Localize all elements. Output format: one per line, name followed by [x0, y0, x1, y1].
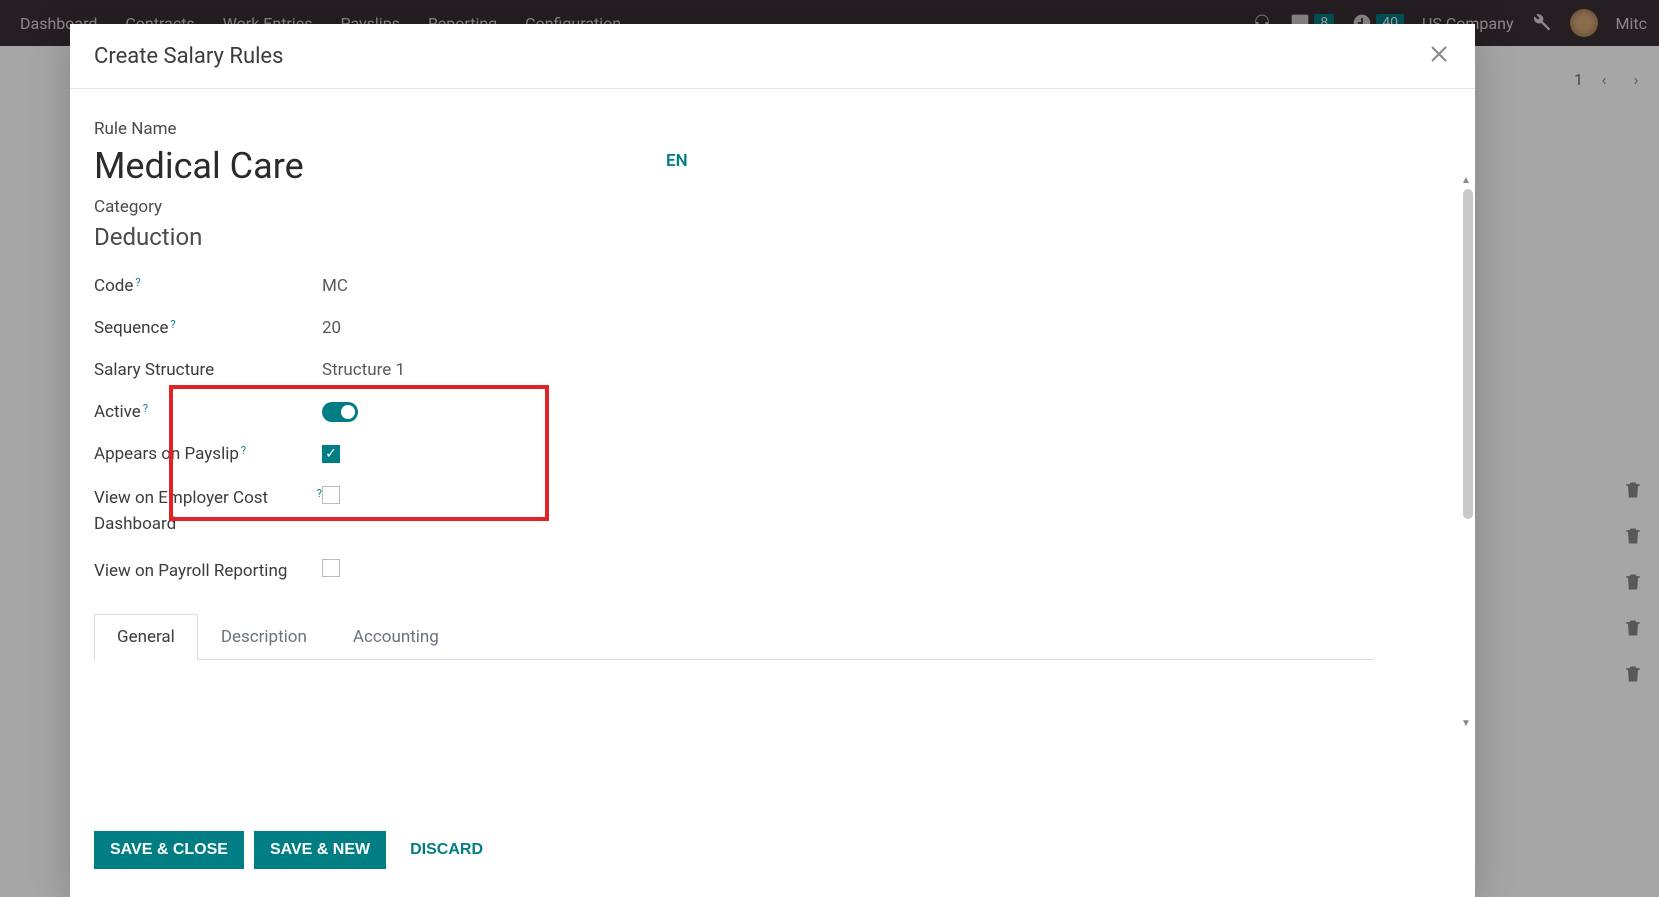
close-icon — [1427, 42, 1451, 66]
sequence-label: Sequence — [94, 318, 168, 338]
structure-row: Salary Structure Structure 1 — [94, 349, 1374, 391]
scrollbar-thumb[interactable] — [1463, 189, 1473, 519]
structure-value[interactable]: Structure 1 — [322, 360, 405, 380]
active-toggle[interactable] — [322, 402, 358, 422]
modal-body: ▲ ▼ Rule Name Medical Care EN Category D… — [70, 89, 1475, 813]
sequence-row: Sequence? 20 — [94, 307, 1374, 349]
category-value[interactable]: Deduction — [94, 223, 1374, 251]
create-salary-rules-modal: Create Salary Rules ▲ ▼ Rule Name Medica… — [70, 24, 1475, 897]
close-button[interactable] — [1427, 42, 1451, 70]
active-label: Active — [94, 402, 141, 422]
payslip-row: Appears on Payslip? — [94, 433, 1374, 475]
category-group: Category Deduction — [94, 197, 1374, 251]
rule-name-label: Rule Name — [94, 119, 177, 139]
language-badge[interactable]: EN — [666, 151, 688, 171]
tab-description[interactable]: Description — [198, 614, 330, 659]
modal-header: Create Salary Rules — [70, 24, 1475, 89]
employer-cost-row: View on Employer Cost Dashboard? — [94, 475, 1374, 548]
help-icon[interactable]: ? — [135, 276, 140, 289]
scroll-down-icon[interactable]: ▼ — [1461, 718, 1473, 729]
rule-name-group: Rule Name Medical Care — [94, 119, 1374, 187]
code-label: Code — [94, 276, 133, 296]
code-value[interactable]: MC — [322, 276, 348, 296]
scroll-up-icon[interactable]: ▲ — [1461, 175, 1473, 186]
payslip-label: Appears on Payslip — [94, 444, 239, 464]
tab-general[interactable]: General — [94, 614, 198, 660]
modal-title: Create Salary Rules — [94, 44, 283, 69]
save-new-button[interactable]: SAVE & NEW — [254, 831, 386, 869]
modal-footer: SAVE & CLOSE SAVE & NEW DISCARD — [70, 813, 1475, 897]
sequence-value[interactable]: 20 — [322, 318, 341, 338]
payroll-reporting-label: View on Payroll Reporting — [94, 559, 287, 585]
help-icon[interactable]: ? — [170, 318, 175, 331]
save-close-button[interactable]: SAVE & CLOSE — [94, 831, 244, 869]
help-icon[interactable]: ? — [143, 402, 148, 415]
active-row: Active? — [94, 391, 1374, 433]
help-icon[interactable]: ? — [241, 444, 246, 457]
discard-button[interactable]: DISCARD — [396, 831, 497, 869]
tabs: General Description Accounting — [94, 614, 1374, 660]
payslip-checkbox[interactable] — [322, 445, 340, 463]
code-row: Code? MC — [94, 265, 1374, 307]
rule-name-value[interactable]: Medical Care — [94, 145, 1374, 187]
employer-cost-label: View on Employer Cost Dashboard — [94, 486, 315, 537]
payroll-reporting-row: View on Payroll Reporting — [94, 548, 1374, 596]
structure-label: Salary Structure — [94, 360, 214, 380]
tab-accounting[interactable]: Accounting — [330, 614, 462, 659]
employer-cost-checkbox[interactable] — [322, 486, 340, 504]
payroll-reporting-checkbox[interactable] — [322, 559, 340, 577]
category-label: Category — [94, 197, 162, 217]
